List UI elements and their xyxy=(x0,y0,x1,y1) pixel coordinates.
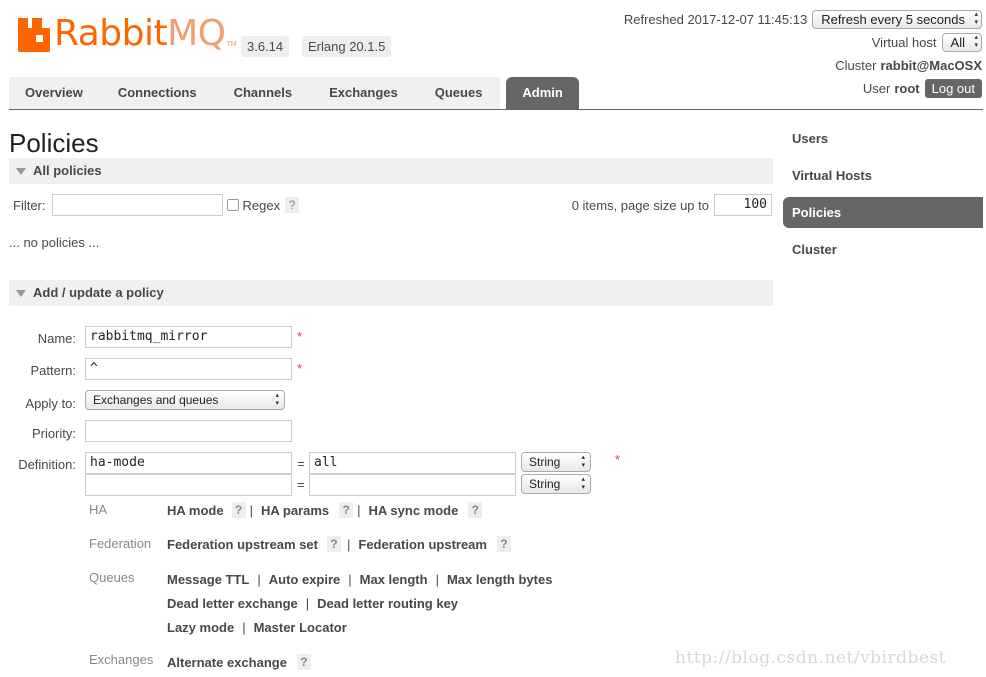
page-title: Policies xyxy=(9,128,99,158)
ha-sync-mode-link[interactable]: HA sync mode xyxy=(369,503,459,518)
pattern-label: Pattern: xyxy=(30,363,76,378)
logo-trademark: TM xyxy=(226,41,237,48)
priority-label: Priority: xyxy=(31,426,76,441)
version-badge: 3.6.14 xyxy=(241,36,290,57)
lazy-mode-link[interactable]: Lazy mode xyxy=(167,620,234,635)
regex-label: Regex xyxy=(242,197,281,213)
tab-channels[interactable]: Channels xyxy=(215,77,311,109)
filter-input[interactable] xyxy=(51,194,223,216)
apply-to-label: Apply to: xyxy=(25,396,76,411)
auto-expire-link[interactable]: Auto expire xyxy=(269,572,341,587)
tab-connections[interactable]: Connections xyxy=(98,77,216,109)
sidebar-item-policies[interactable]: Policies xyxy=(783,197,983,228)
collapse-triangle-icon xyxy=(16,290,26,297)
equals-sign: = xyxy=(297,477,305,492)
tab-admin[interactable]: Admin xyxy=(506,77,579,109)
ha-keys: HA mode ? | HA params ? | HA sync mode ? xyxy=(167,502,483,518)
virtual-host-select[interactable]: All xyxy=(941,32,982,52)
max-length-bytes-link[interactable]: Max length bytes xyxy=(447,572,552,587)
refresh-interval-select[interactable]: Refresh every 5 seconds xyxy=(812,9,982,29)
required-marker: * xyxy=(297,361,303,376)
ha-params-link[interactable]: HA params xyxy=(261,503,329,518)
name-label: Name: xyxy=(37,331,76,346)
ha-category-label: HA xyxy=(89,502,108,517)
collapse-triangle-icon xyxy=(16,168,26,175)
federation-upstream-link[interactable]: Federation upstream xyxy=(358,537,487,552)
help-icon[interactable]: ? xyxy=(231,502,246,518)
regex-checkbox[interactable] xyxy=(226,199,239,211)
dead-letter-routing-key-link[interactable]: Dead letter routing key xyxy=(317,596,458,611)
filter-label: Filter: xyxy=(13,197,46,213)
main-nav-tabs: Overview Connections Channels Exchanges … xyxy=(9,77,983,110)
definition-type-select[interactable]: String xyxy=(521,452,591,472)
exchanges-keys: Alternate exchange ? xyxy=(167,654,311,670)
equals-sign: = xyxy=(297,456,305,471)
cluster-name: rabbit@MacOSX xyxy=(880,57,982,73)
exchanges-category-label: Exchanges xyxy=(89,652,154,667)
all-policies-heading: All policies xyxy=(33,163,102,178)
name-input[interactable]: rabbitmq_mirror xyxy=(85,326,292,348)
ha-mode-link[interactable]: HA mode xyxy=(167,503,224,518)
definition-value-input[interactable]: all xyxy=(309,452,516,474)
tab-queues[interactable]: Queues xyxy=(416,77,501,109)
queues-keys-line3: Lazy mode | Master Locator xyxy=(167,620,347,635)
required-marker: * xyxy=(297,329,303,344)
all-policies-section-toggle[interactable]: All policies xyxy=(9,158,773,184)
pattern-input[interactable]: ^ xyxy=(85,358,292,380)
federation-category-label: Federation xyxy=(89,536,152,551)
required-marker: * xyxy=(615,452,621,467)
queues-category-label: Queues xyxy=(89,570,135,585)
refreshed-timestamp: Refreshed 2017-12-07 11:45:13 xyxy=(623,11,808,27)
alternate-exchange-link[interactable]: Alternate exchange xyxy=(167,655,287,670)
help-icon[interactable]: ? xyxy=(339,502,354,518)
page-size-input[interactable]: 100 xyxy=(714,194,772,216)
rabbit-logo-icon xyxy=(18,18,50,52)
master-locator-link[interactable]: Master Locator xyxy=(254,620,347,635)
tab-overview[interactable]: Overview xyxy=(9,77,99,109)
virtual-host-label: Virtual host xyxy=(871,34,937,50)
help-icon[interactable]: ? xyxy=(496,536,511,552)
tab-exchanges[interactable]: Exchanges xyxy=(310,77,417,109)
definition-label: Definition: xyxy=(18,457,76,472)
definition-key-input[interactable] xyxy=(85,474,292,496)
queues-keys-line1: Message TTL | Auto expire | Max length |… xyxy=(167,572,553,587)
watermark: http://blog.csdn.net/vbirdbest xyxy=(675,648,946,668)
definition-key-input[interactable]: ha-mode xyxy=(85,452,292,474)
regex-help-icon[interactable]: ? xyxy=(285,197,300,213)
queues-keys-line2: Dead letter exchange | Dead letter routi… xyxy=(167,596,459,611)
sidebar-item-users[interactable]: Users xyxy=(783,123,983,154)
cluster-label: Cluster xyxy=(835,57,877,73)
definition-type-select[interactable]: String xyxy=(521,474,591,494)
help-icon[interactable]: ? xyxy=(468,502,483,518)
dead-letter-exchange-link[interactable]: Dead letter exchange xyxy=(167,596,298,611)
message-ttl-link[interactable]: Message TTL xyxy=(167,572,249,587)
sidebar-item-cluster[interactable]: Cluster xyxy=(783,234,983,265)
help-icon[interactable]: ? xyxy=(327,536,341,552)
definition-value-input[interactable] xyxy=(309,474,516,496)
no-policies-text: ... no policies ... xyxy=(9,235,100,250)
filter-row: Filter: Regex ? xyxy=(13,194,300,216)
rabbitmq-logo: RabbitMQ TM xyxy=(18,16,237,52)
apply-to-select[interactable]: Exchanges and queues xyxy=(85,390,285,410)
help-icon[interactable]: ? xyxy=(296,654,311,670)
erlang-badge: Erlang 20.1.5 xyxy=(302,36,392,57)
max-length-link[interactable]: Max length xyxy=(360,572,428,587)
logo-text: RabbitMQ xyxy=(54,13,226,54)
federation-upstream-set-link[interactable]: Federation upstream set xyxy=(167,537,318,552)
priority-input[interactable] xyxy=(85,420,292,442)
paging-text: 0 items, page size up to xyxy=(571,197,709,213)
add-policy-section-toggle[interactable]: Add / update a policy xyxy=(9,280,773,306)
sidebar-item-virtual-hosts[interactable]: Virtual Hosts xyxy=(783,160,983,191)
add-policy-heading: Add / update a policy xyxy=(33,285,164,300)
paging-controls: 0 items, page size up to 100 xyxy=(572,194,772,216)
federation-keys: Federation upstream set ? | Federation u… xyxy=(167,536,511,552)
